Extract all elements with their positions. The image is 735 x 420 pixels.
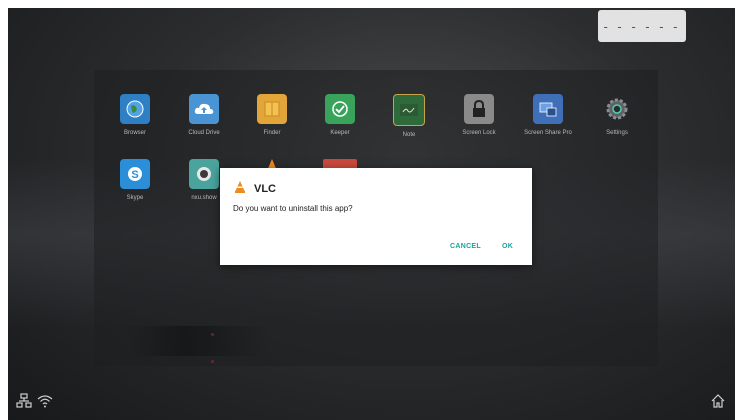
- ok-button[interactable]: OK: [502, 243, 513, 250]
- vlc-cone-icon: [234, 180, 246, 198]
- launcher-screen: - - - - - - Browser Cloud Drive Finder K…: [8, 8, 735, 420]
- record-icon: [189, 159, 219, 189]
- app-keeper[interactable]: Keeper: [310, 94, 370, 136]
- app-label: Cloud Drive: [188, 130, 220, 136]
- app-label: Settings: [606, 130, 628, 136]
- screen-share-icon: [533, 94, 563, 124]
- status-indicator-text: - - - - - -: [603, 18, 681, 34]
- app-note[interactable]: Note: [379, 94, 439, 138]
- folder-icon: [257, 94, 287, 124]
- app-cloud-drive[interactable]: Cloud Drive: [174, 94, 234, 136]
- app-browser[interactable]: Browser: [105, 94, 165, 136]
- globe-icon: [120, 94, 150, 124]
- app-label: Skype: [126, 195, 144, 201]
- cancel-button[interactable]: CANCEL: [450, 243, 481, 250]
- app-label: Keeper: [330, 130, 350, 136]
- network-icon[interactable]: [16, 393, 32, 414]
- app-label: Browser: [123, 130, 146, 136]
- app-label: Finder: [263, 130, 281, 136]
- skype-icon: S: [120, 159, 150, 189]
- app-finder[interactable]: Finder: [242, 94, 302, 136]
- gear-icon: [602, 94, 632, 124]
- app-label: Screen Share Pro: [524, 130, 572, 136]
- app-settings[interactable]: Settings: [587, 94, 647, 136]
- app-label: Screen Lock: [462, 130, 496, 136]
- dialog-title-row: VLC: [234, 180, 276, 198]
- cloud-upload-icon: [189, 94, 219, 124]
- uninstall-dialog: VLC Do you want to uninstall this app? C…: [220, 168, 532, 265]
- dialog-message: Do you want to uninstall this app?: [233, 204, 353, 213]
- check-icon: [325, 94, 355, 124]
- svg-text:S: S: [131, 169, 138, 181]
- dialog-title: VLC: [254, 183, 276, 195]
- status-pill[interactable]: - - - - - -: [598, 10, 686, 42]
- note-board-icon: [393, 94, 425, 126]
- wifi-icon[interactable]: [37, 393, 53, 414]
- lock-icon: [464, 94, 494, 124]
- app-skype[interactable]: S Skype: [105, 159, 165, 201]
- app-label: Note: [402, 132, 416, 138]
- app-screen-lock[interactable]: Screen Lock: [449, 94, 509, 136]
- home-icon[interactable]: [710, 393, 726, 414]
- app-screen-share-pro[interactable]: Screen Share Pro: [518, 94, 578, 136]
